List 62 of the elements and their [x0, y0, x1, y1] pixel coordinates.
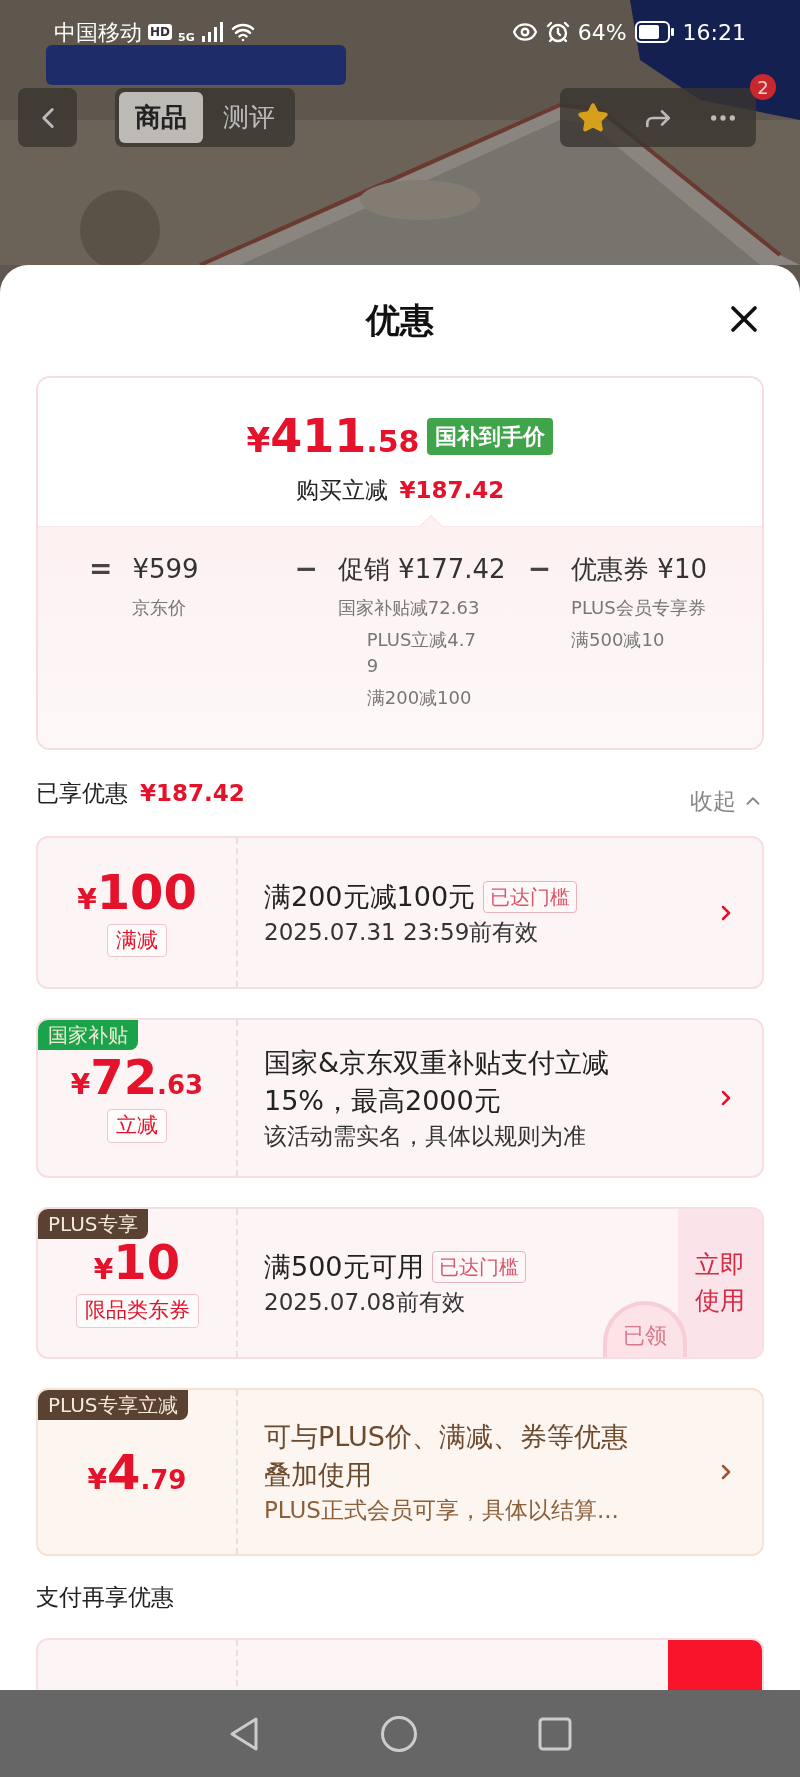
coupon-card[interactable]: PLUS专享立减 ¥4.79 可与PLUS价、满减、券等优惠叠加使用 PLUS正式会员可享，具体以结算...	[36, 1388, 764, 1556]
breakdown-value: 优惠券 ¥10	[571, 553, 707, 586]
coupon-amount: ¥72.63	[70, 1053, 204, 1102]
coupon-detail: 2025.07.08前有效	[264, 1288, 466, 1317]
breakdown-note: 满500减10	[571, 628, 666, 652]
coupon-detail: 2025.07.31 23:59前有效	[264, 917, 540, 947]
coupon-detail: 该活动需实名，具体以规则为准	[264, 1122, 587, 1151]
signal-icon	[200, 22, 225, 42]
network-type: 5G	[178, 29, 195, 46]
coupon-ribbon: 国家补贴	[38, 1020, 138, 1050]
coupon-title: 满200元减100元	[264, 879, 476, 914]
breakdown-note: 京东价	[132, 596, 188, 620]
saving-amount: ¥187.42	[399, 476, 505, 505]
coupon-type-label: 立减	[107, 1109, 167, 1143]
breakdown-value: 促销 ¥177.42	[337, 553, 506, 586]
coupon-ribbon: PLUS专享立减	[38, 1390, 188, 1420]
star-icon[interactable]	[576, 101, 609, 134]
saving-label: 购买立减	[295, 476, 388, 505]
coupon-card[interactable]: 国家补贴 ¥72.63 立减 国家&京东双重补贴支付立减15%，最高2000元 该活动需实名，具体以规则为准	[36, 1018, 764, 1178]
final-price: ¥411.58	[246, 408, 420, 465]
section-title: 支付再享优惠	[36, 1582, 174, 1612]
subsidy-tag: 国补到手价	[427, 418, 554, 455]
enjoyed-label: 已享优惠	[36, 778, 128, 808]
threshold-badge: 已达门槛	[431, 1251, 526, 1283]
enjoyed-amount: ¥187.42	[140, 778, 245, 808]
coupon-card[interactable]: PLUS专享 ¥10 限品类东券 满500元可用 已达门槛 2025.07.08前有效 已领 立即使用	[36, 1207, 764, 1359]
operator-sign: −	[294, 551, 318, 587]
tab[interactable]: 测评	[207, 92, 291, 143]
use-now-button[interactable]: 立即使用	[678, 1209, 762, 1357]
coupon-card[interactable]: ¥100 满减 满200元减100元 已达门槛 2025.07.31 23:59前有效	[36, 836, 764, 989]
coupon-type-label: 满减	[107, 923, 167, 958]
coupon-amount: ¥10	[93, 1238, 181, 1287]
battery-percent: 64%	[577, 18, 627, 47]
coupon-amount: ¥4.79	[87, 1448, 187, 1496]
alarm-icon	[545, 20, 570, 44]
coupon-type-label: 限品类东券	[75, 1294, 199, 1328]
coupon-title: 可与PLUS价、满减、券等优惠叠加使用	[264, 1420, 629, 1492]
breakdown-note: 满200减100	[366, 686, 473, 710]
sheet-title: 优惠	[366, 299, 434, 342]
threshold-badge: 已达门槛	[483, 880, 578, 913]
breakdown-note: PLUS会员专享券	[571, 596, 707, 620]
battery-icon	[634, 21, 675, 43]
breakdown-value: ¥599	[132, 553, 199, 586]
claimed-stamp: 已领	[603, 1301, 687, 1357]
coupon-amount: ¥100	[77, 867, 197, 916]
carrier-name: 中国移动	[54, 18, 142, 47]
tab[interactable]: 商品	[119, 92, 203, 143]
back-button[interactable]	[18, 88, 77, 147]
hd-indicator: HD	[148, 24, 172, 40]
coupon-ribbon: PLUS专享	[38, 1209, 148, 1239]
operator-sign: −	[527, 551, 552, 587]
breakdown-note: 国家补贴减72.63	[337, 596, 480, 620]
home-icon[interactable]	[380, 1714, 418, 1753]
breakdown-note: PLUS立减4.79	[366, 628, 477, 678]
collapse-toggle[interactable]: 收起	[690, 783, 764, 819]
clock-time: 16:21	[682, 18, 746, 47]
coupon-title: 满500元可用	[264, 1250, 424, 1284]
coupon-title: 国家&京东双重补贴支付立减15%，最高2000元	[264, 1046, 611, 1118]
recent-apps-icon[interactable]	[538, 1716, 572, 1751]
coupon-detail: PLUS正式会员可享，具体以结算...	[264, 1496, 620, 1525]
back-icon[interactable]	[228, 1715, 260, 1752]
operator-sign: =	[88, 551, 113, 587]
